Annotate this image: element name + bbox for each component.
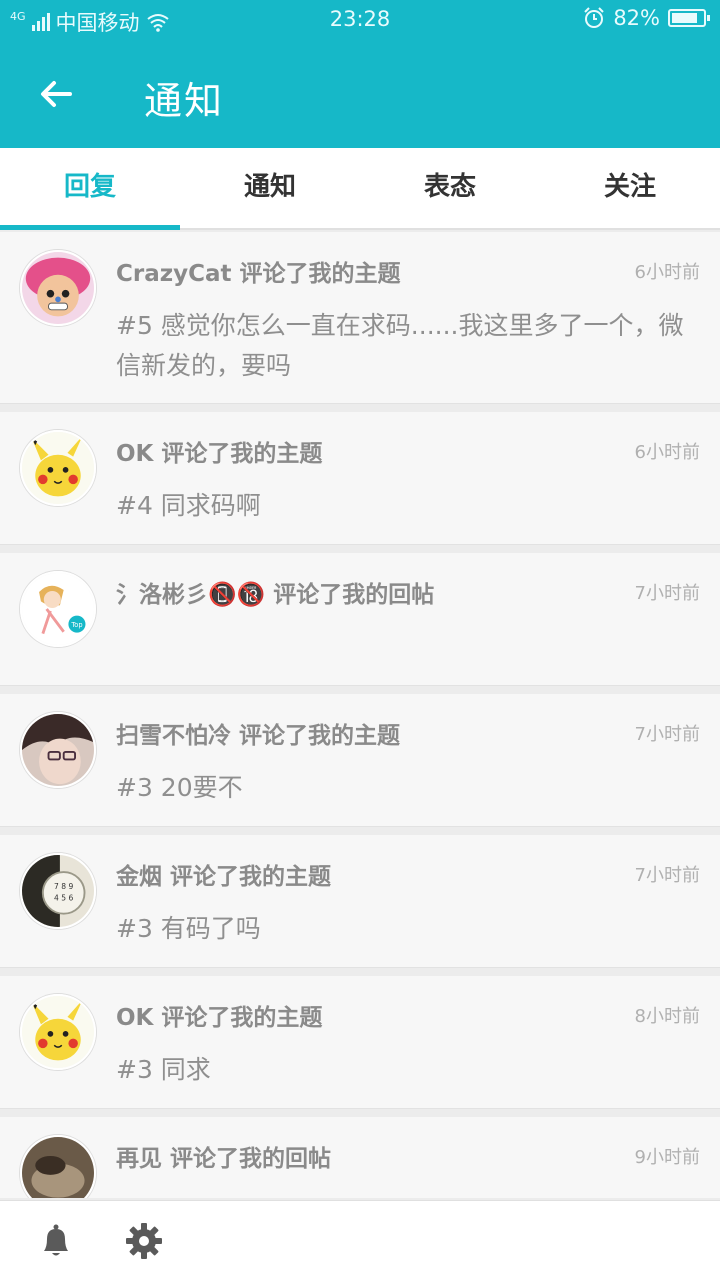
app-header: 4G 中国移动 23:28 82% 通知 [0,0,720,148]
svg-text:4 5 6: 4 5 6 [54,893,73,902]
chopper-avatar-icon [22,252,94,324]
notification-time: 8小时前 [634,1006,700,1027]
notification-body: #3 有码了吗 [116,914,261,943]
notification-body: #3 20要不 [116,773,243,802]
arrow-left-icon [41,81,72,107]
tab-bar: 回复 通知 表态 关注 [0,148,720,230]
notification-time: 7小时前 [634,865,700,886]
notification-body: #5 感觉你怎么一直在求码......我这里多了一个，微信新发的，要吗 [116,311,684,380]
notification-time: 7小时前 [634,583,700,604]
notification-title: 再见 评论了我的回帖 [116,1146,332,1172]
notification-time: 7小时前 [634,724,700,745]
tab-follows[interactable]: 关注 [540,148,720,228]
photo-avatar-icon [22,1137,94,1198]
list-item[interactable]: CrazyCat 评论了我的主题 6小时前 #5 感觉你怎么一直在求码.....… [0,232,720,404]
notification-title: 氵洛彬彡📵🔞 评论了我的回帖 [116,582,435,608]
notification-title: CrazyCat 评论了我的主题 [116,261,401,287]
pikachu-avatar-icon [22,432,94,504]
notification-title: OK 评论了我的主题 [116,441,323,467]
notification-title: 金烟 评论了我的主题 [116,864,332,890]
alarm-icon [584,7,605,28]
settings-button[interactable] [124,1221,164,1261]
tab-replies[interactable]: 回复 [0,148,180,230]
avatar[interactable] [20,430,96,506]
notifications-button[interactable] [36,1221,76,1261]
notification-time: 6小时前 [634,442,700,463]
avatar[interactable]: Top [20,571,96,647]
notification-body: #4 同求码啊 [116,491,261,520]
battery-percent: 82% [613,6,660,30]
battery-icon [668,9,710,27]
pikachu-avatar-icon [22,996,94,1068]
avatar[interactable]: 7 8 9 4 5 6 [20,853,96,929]
bottom-toolbar [0,1200,720,1280]
tab-notices[interactable]: 通知 [180,148,360,228]
avatar[interactable] [20,1135,96,1198]
page-title: 通知 [144,79,225,123]
gear-icon [126,1223,162,1259]
list-item[interactable]: 7 8 9 4 5 6 金烟 评论了我的主题 7小时前 #3 有码了吗 [0,835,720,968]
notification-title: 扫雪不怕冷 评论了我的主题 [116,723,401,749]
glasses-boy-avatar-icon [22,714,94,786]
avatar[interactable] [20,712,96,788]
phone-avatar-icon: 7 8 9 4 5 6 [22,855,94,927]
avatar[interactable] [20,994,96,1070]
list-item[interactable]: 扫雪不怕冷 评论了我的主题 7小时前 #3 20要不 [0,694,720,827]
notification-time: 9小时前 [634,1147,700,1168]
notification-body: #3 同求 [116,1055,211,1084]
notification-list: CrazyCat 评论了我的主题 6小时前 #5 感觉你怎么一直在求码.....… [0,232,720,1198]
list-item[interactable]: Top 氵洛彬彡📵🔞 评论了我的回帖 7小时前 [0,553,720,686]
bell-icon [44,1224,68,1256]
notification-title: OK 评论了我的主题 [116,1005,323,1031]
list-item[interactable]: OK 评论了我的主题 8小时前 #3 同求 [0,976,720,1109]
notification-time: 6小时前 [634,262,700,283]
back-button[interactable] [36,74,76,114]
svg-text:Top: Top [70,621,82,629]
list-item[interactable]: 再见 评论了我的回帖 9小时前 [0,1117,720,1198]
tab-reactions[interactable]: 表态 [360,148,540,228]
avatar[interactable] [20,250,96,326]
status-bar: 4G 中国移动 23:28 82% [0,0,720,38]
list-item[interactable]: OK 评论了我的主题 6小时前 #4 同求码啊 [0,412,720,545]
svg-text:7 8 9: 7 8 9 [54,882,73,891]
anime-girl-avatar-icon: Top [22,573,94,645]
